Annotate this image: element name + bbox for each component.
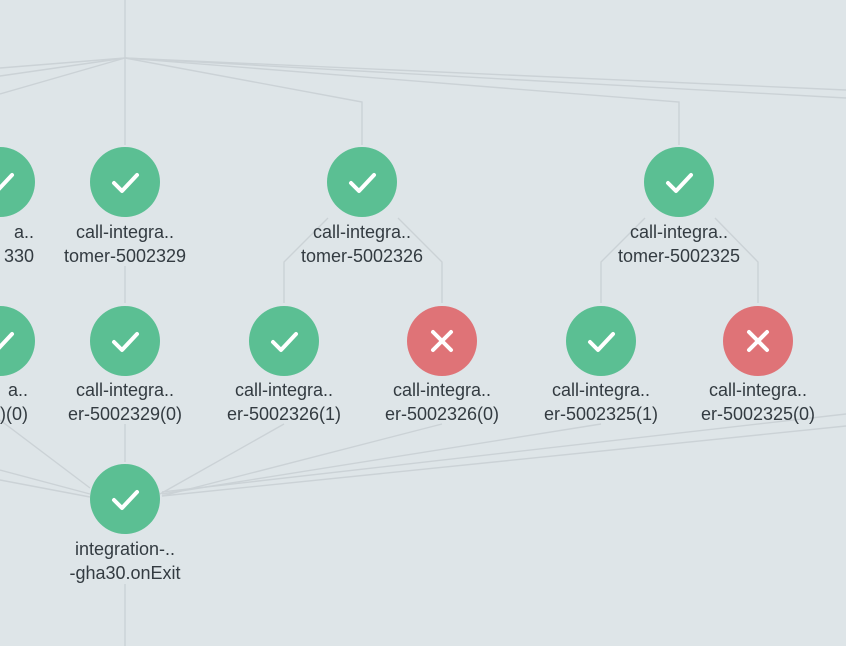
x-icon — [407, 306, 477, 376]
edge — [161, 423, 602, 495]
node-label: a.. 330 — [3, 222, 34, 266]
node-label: call-integra.. tomer-5002325 — [617, 222, 741, 266]
x-icon — [723, 306, 793, 376]
edge — [159, 423, 285, 495]
edge — [124, 57, 363, 145]
node-label: call-integra.. tomer-5002329 — [63, 222, 187, 266]
check-icon — [0, 306, 35, 376]
node-label: a..)(0) — [0, 380, 28, 424]
check-icon — [90, 306, 160, 376]
node-label: call-integra.. er-5002325(0) — [700, 380, 816, 424]
node-label: call-integra.. er-5002329(0) — [67, 380, 183, 424]
check-icon — [90, 464, 160, 534]
check-icon — [644, 147, 714, 217]
check-icon — [0, 147, 35, 217]
edge — [161, 423, 443, 497]
edge — [0, 419, 91, 489]
node-label: integration-.. -gha30.onExit — [69, 539, 181, 583]
edge — [124, 57, 846, 91]
node-call-integration-5002326-0[interactable] — [407, 306, 477, 376]
node-integration-gha30-onexit[interactable] — [90, 464, 160, 534]
check-icon — [90, 147, 160, 217]
node-call-integration-5002329[interactable] — [90, 147, 160, 217]
node-call-integration-5002330[interactable] — [0, 147, 35, 217]
node-call-integration-5002326-1[interactable] — [249, 306, 319, 376]
workflow-graph-canvas[interactable]: a.. 330 call-integra.. tomer-5002329 call-… — [0, 0, 846, 646]
edge — [124, 57, 680, 145]
node-label: call-integra.. er-5002325(1) — [543, 380, 659, 424]
check-icon — [249, 306, 319, 376]
node-label: call-integra.. tomer-5002326 — [300, 222, 424, 266]
node-call-integration-5002325-1[interactable] — [566, 306, 636, 376]
node-call-integration-5002326[interactable] — [327, 147, 397, 217]
node-call-integration-5002330-child[interactable] — [0, 306, 35, 376]
check-icon — [566, 306, 636, 376]
node-label: call-integra.. er-5002326(1) — [226, 380, 342, 424]
node-label: call-integra.. er-5002326(0) — [384, 380, 500, 424]
node-call-integration-5002325-0[interactable] — [723, 306, 793, 376]
node-call-integration-5002325[interactable] — [644, 147, 714, 217]
edge — [161, 425, 846, 497]
check-icon — [327, 147, 397, 217]
node-call-integration-5002329-0[interactable] — [90, 306, 160, 376]
